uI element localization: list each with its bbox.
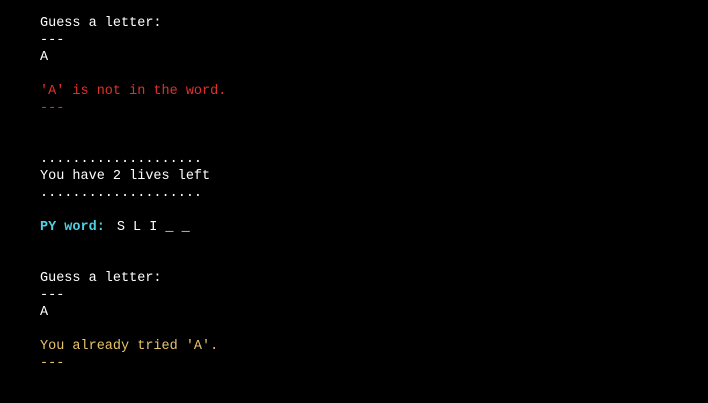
word-display: PY word: S L I _ _ [40,219,190,236]
lives-status: You have 2 lives left [40,169,211,184]
error-message: 'A' is not in the word. [40,84,227,99]
word-letters: S L I _ _ [116,220,190,235]
dots-divider: .................... [40,186,203,201]
dots-divider: .................... [40,152,203,167]
separator: --- [40,33,65,48]
separator: --- [40,356,65,371]
separator: --- [40,101,65,116]
guess-prompt: Guess a letter: [40,16,162,31]
user-input: A [40,305,49,320]
user-input: A [40,50,49,65]
terminal-window[interactable]: Guess a letter: --- A 'A' is not in the … [0,0,708,403]
separator: --- [40,288,65,303]
word-label: PY word: [40,220,105,235]
guess-prompt: Guess a letter: [40,271,162,286]
warning-message: You already tried 'A'. [40,339,219,354]
